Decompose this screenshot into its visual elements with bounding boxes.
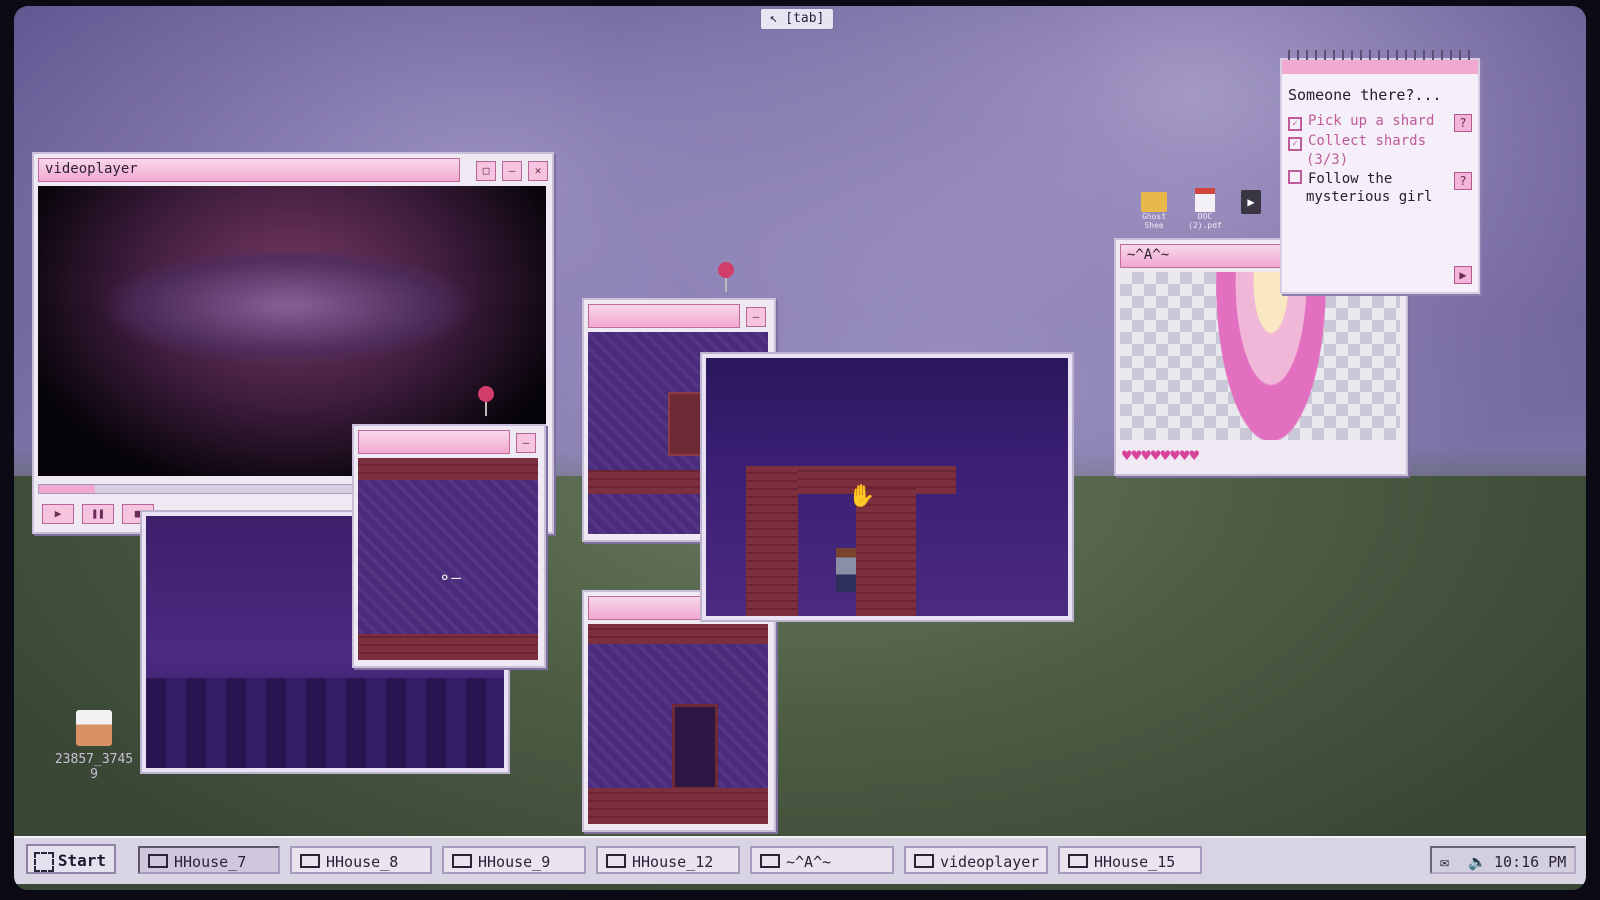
door-icon bbox=[668, 392, 706, 456]
brick-floor bbox=[588, 788, 768, 824]
minimize-button[interactable]: — bbox=[516, 433, 536, 453]
hand-cursor-icon: ✋ bbox=[848, 484, 876, 509]
desktop-icon-box[interactable]: 23857_3745 9 bbox=[44, 710, 144, 782]
system-tray: ✉ 🔈 10:16 PM bbox=[1430, 846, 1576, 874]
maximize-button[interactable]: □ bbox=[476, 161, 496, 181]
window-icon bbox=[760, 854, 780, 868]
pdf-icon bbox=[1195, 188, 1215, 212]
window-title: ~^A^~ bbox=[1127, 247, 1170, 263]
quest-notepad[interactable]: Someone there?... ✓ Pick up a shard ? ✓ Co… bbox=[1280, 50, 1480, 294]
tab-hint: ↖ [tab] bbox=[760, 8, 834, 30]
checkbox-checked-icon: ✓ bbox=[1288, 117, 1302, 131]
taskbar-button-hhouse-7[interactable]: HHouse_7 bbox=[138, 846, 280, 874]
notepad-next-arrow[interactable]: ▶ bbox=[1454, 266, 1472, 284]
window-icon bbox=[1068, 854, 1088, 868]
video-water-reflection bbox=[98, 246, 478, 366]
checkbox-unchecked-icon bbox=[1288, 170, 1302, 184]
brick-ceiling bbox=[358, 458, 538, 480]
desktop-icon-folder[interactable]: Ghost Shee bbox=[1134, 192, 1174, 230]
room-window-bottom[interactable] bbox=[582, 590, 776, 832]
window-icon bbox=[300, 854, 320, 868]
taskbar-button-hhouse-12[interactable]: HHouse_12 bbox=[596, 846, 740, 874]
window-title: videoplayer bbox=[45, 161, 138, 177]
taskbar-button-girl-window[interactable]: ~^A^~ bbox=[750, 846, 894, 874]
transparency-grid bbox=[1120, 272, 1400, 440]
taskbar-button-hhouse-8[interactable]: HHouse_8 bbox=[290, 846, 432, 874]
heart-icon: ♥♥♥♥♥♥♥♥ bbox=[1122, 446, 1200, 465]
minimize-button[interactable]: — bbox=[746, 307, 766, 327]
video-progress-fill bbox=[39, 485, 95, 493]
taskbar-button-hhouse-9[interactable]: HHouse_9 bbox=[442, 846, 586, 874]
help-button[interactable]: ? bbox=[1454, 172, 1472, 190]
mysterious-girl-portrait bbox=[1216, 272, 1326, 440]
mail-icon[interactable]: ✉ bbox=[1440, 848, 1449, 876]
room-window-titlebar[interactable] bbox=[358, 430, 510, 454]
speaker-icon[interactable]: 🔈 bbox=[1468, 848, 1487, 876]
room-view-bottom bbox=[588, 624, 768, 824]
forest-trees bbox=[146, 678, 504, 768]
minimize-button[interactable]: — bbox=[502, 161, 522, 181]
start-button[interactable]: Start bbox=[26, 844, 116, 874]
window-icon bbox=[606, 854, 626, 868]
taskbar-button-hhouse-15[interactable]: HHouse_15 bbox=[1058, 846, 1202, 874]
desktop-icon-pdf[interactable]: DOC (2).pdf bbox=[1184, 188, 1226, 230]
pushpin-icon bbox=[478, 386, 494, 416]
folder-icon bbox=[1141, 192, 1167, 212]
box-icon bbox=[76, 710, 112, 746]
main-room-fragment: ✋ bbox=[702, 354, 1072, 620]
desktop: ↖ [tab] Ghost Shee DOC (2).pdf ▶ 23857_3… bbox=[14, 6, 1586, 890]
doorway bbox=[672, 704, 718, 790]
task-pick-up-shard: ✓ Pick up a shard bbox=[1288, 112, 1434, 131]
brick-ceiling bbox=[588, 624, 768, 644]
task-collect-shards: ✓ Collect shards (3/3) bbox=[1288, 132, 1426, 169]
videoplayer-titlebar[interactable]: videoplayer bbox=[38, 158, 460, 182]
close-button[interactable]: ✕ bbox=[528, 161, 548, 181]
play-button[interactable]: ▶ bbox=[42, 504, 74, 524]
window-icon bbox=[148, 854, 168, 868]
room-window-titlebar[interactable] bbox=[588, 304, 740, 328]
pushpin-icon bbox=[718, 262, 734, 292]
video-file-icon: ▶ bbox=[1241, 190, 1261, 214]
video-icon bbox=[914, 854, 934, 868]
cursor-icon: ↖ bbox=[769, 11, 778, 26]
pause-button[interactable]: ❚❚ bbox=[82, 504, 114, 524]
notepad-header bbox=[1282, 60, 1478, 74]
clock: 10:16 PM bbox=[1494, 853, 1567, 871]
desktop-icon-video[interactable]: ▶ bbox=[1236, 190, 1266, 214]
room-window-key[interactable]: — ⚬— bbox=[352, 424, 546, 668]
task-follow-girl: Follow the mysterious girl bbox=[1288, 170, 1432, 206]
room-view-key: ⚬— bbox=[358, 458, 538, 660]
hearts-bar: ♥♥♥♥♥♥♥♥ bbox=[1122, 446, 1199, 465]
taskbar: Start HHouse_7 HHouse_8 HHouse_9 HHouse_… bbox=[14, 836, 1586, 884]
help-button[interactable]: ? bbox=[1454, 114, 1472, 132]
notepad-title: Someone there?... bbox=[1288, 86, 1442, 104]
brick-pillar-left bbox=[746, 466, 798, 616]
checkbox-checked-icon: ✓ bbox=[1288, 137, 1302, 151]
start-logo-icon bbox=[34, 852, 54, 872]
brick-floor bbox=[358, 634, 538, 660]
window-icon bbox=[452, 854, 472, 868]
taskbar-button-videoplayer[interactable]: videoplayer bbox=[904, 846, 1048, 874]
key-icon: ⚬— bbox=[438, 568, 462, 587]
player-character bbox=[836, 548, 856, 592]
